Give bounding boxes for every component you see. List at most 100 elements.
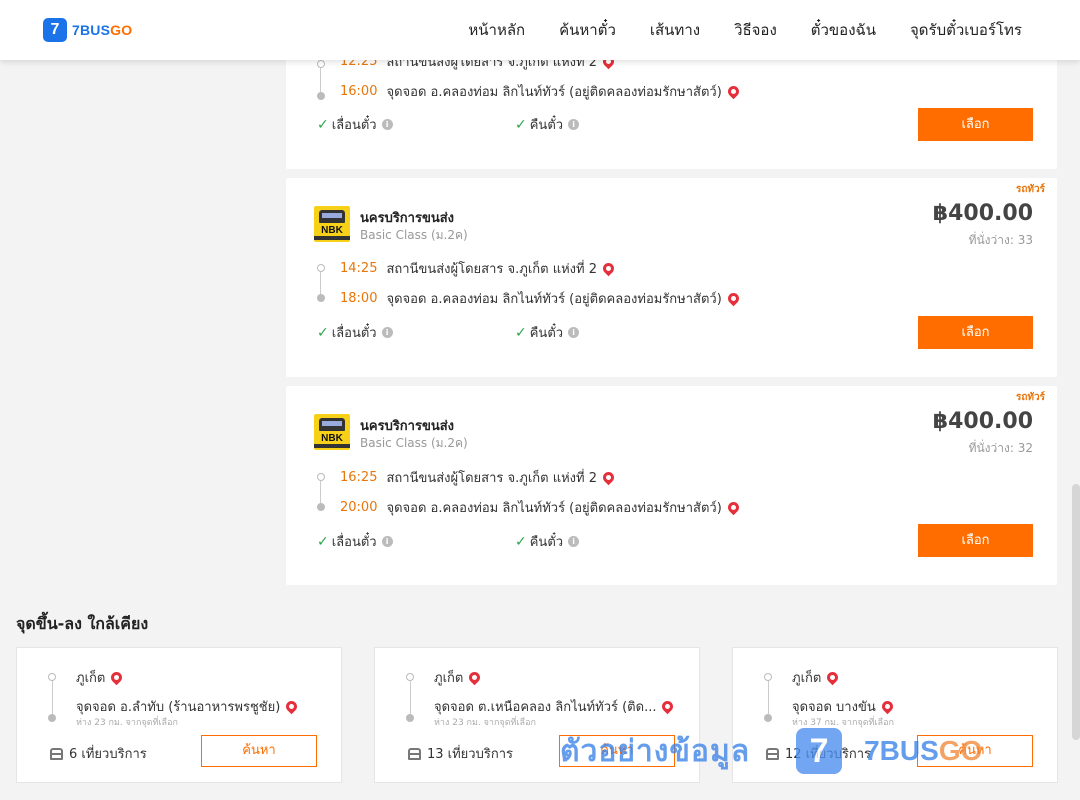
map-pin-icon[interactable] bbox=[467, 669, 483, 686]
trip-route: 16:25 สถานีขนส่งผู้โดยสาร จ.ภูเก็ต แห่งท… bbox=[316, 467, 1016, 527]
main-nav: หน้าหลัก ค้นหาตั๋ว เส้นทาง วิธีจอง ตั๋วข… bbox=[434, 0, 1022, 60]
map-pin-icon[interactable] bbox=[600, 260, 617, 277]
bus-class: Basic Class (ม.2ค) bbox=[360, 436, 468, 450]
check-icon: ✓ bbox=[317, 116, 329, 133]
info-icon[interactable]: i bbox=[568, 327, 580, 338]
nav-home[interactable]: หน้าหลัก bbox=[468, 18, 525, 42]
map-pin-icon[interactable] bbox=[725, 499, 742, 516]
bus-icon bbox=[50, 747, 63, 760]
nearby-stop-card: ภูเก็ต จุดจอด อ.ลำทับ (ร้านอาหารพรชูชัย)… bbox=[16, 647, 342, 783]
departure-time: 14:25 bbox=[340, 261, 378, 276]
bus-type-tag: รถทัวร์ bbox=[1015, 184, 1045, 195]
nav-my-tickets[interactable]: ตั๋วของฉัน bbox=[811, 18, 876, 42]
info-icon[interactable]: i bbox=[381, 536, 393, 547]
feature-change-ticket: ✓ เลื่อนตั๋ว i bbox=[317, 531, 393, 552]
nearby-search-button[interactable]: ค้นหา bbox=[201, 735, 317, 767]
departure-place: สถานีขนส่งผู้โดยสาร จ.ภูเก็ต แห่งที่ 2 bbox=[386, 471, 598, 486]
feature-change-ticket: ✓ เลื่อนตั๋ว i bbox=[317, 114, 393, 135]
arrival-dot-icon bbox=[317, 92, 325, 100]
origin-dot-icon bbox=[764, 673, 772, 681]
map-pin-icon[interactable] bbox=[825, 669, 841, 686]
select-trip-button[interactable]: เลือก bbox=[918, 108, 1033, 141]
arrival-stop: 18:00 จุดจอด อ.คลองท่อม ลิกไนท์ทัวร์ (อย… bbox=[340, 288, 742, 309]
bus-class: Basic Class (ม.2ค) bbox=[360, 228, 468, 242]
map-pin-icon[interactable] bbox=[660, 698, 676, 715]
bus-type-tag: รถทัวร์ bbox=[1015, 392, 1045, 403]
map-pin-icon[interactable] bbox=[600, 469, 617, 486]
destination-dot-icon bbox=[764, 714, 772, 722]
nearby-destination: จุดจอด บางขัน bbox=[792, 696, 896, 717]
departure-dot-icon bbox=[317, 60, 325, 68]
nearby-search-button[interactable]: ค้นหา bbox=[917, 735, 1033, 767]
site-logo[interactable]: 7 7BUSGO bbox=[43, 18, 132, 42]
arrival-stop: 16:00 จุดจอด อ.คลองท่อม ลิกไนท์ทัวร์ (อย… bbox=[340, 81, 742, 102]
trip-card: รถทัวร์ NBK นครบริการขนส่ง Basic Class (… bbox=[286, 386, 1057, 585]
info-icon[interactable]: i bbox=[381, 327, 393, 338]
nearby-distance: ห่าง 37 กม. จากจุดที่เลือก bbox=[792, 718, 894, 728]
arrival-place: จุดจอด อ.คลองท่อม ลิกไนท์ทัวร์ (อยู่ติดค… bbox=[386, 292, 722, 307]
nav-routes[interactable]: เส้นทาง bbox=[650, 18, 700, 42]
nav-search-tickets[interactable]: ค้นหาตั๋ว bbox=[559, 18, 616, 42]
nearby-trip-count: 12 เที่ยวบริการ bbox=[766, 743, 871, 764]
map-pin-icon[interactable] bbox=[879, 698, 896, 715]
logo-mark-icon: 7 bbox=[43, 18, 67, 42]
select-trip-button[interactable]: เลือก bbox=[918, 524, 1033, 557]
info-icon[interactable]: i bbox=[568, 536, 580, 547]
operator-logo-icon: NBK bbox=[314, 206, 350, 242]
map-pin-icon[interactable] bbox=[109, 669, 125, 686]
arrival-time: 18:00 bbox=[340, 291, 378, 306]
route-line bbox=[320, 68, 321, 92]
feature-refund-ticket: ✓ คืนตั๋ว i bbox=[515, 114, 580, 135]
route-line bbox=[320, 481, 321, 505]
origin-dot-icon bbox=[48, 673, 56, 681]
departure-dot-icon bbox=[317, 264, 325, 272]
nearby-origin: ภูเก็ต bbox=[76, 667, 125, 688]
arrival-place: จุดจอด อ.คลองท่อม ลิกไนท์ทัวร์ (อยู่ติดค… bbox=[386, 501, 722, 516]
check-icon: ✓ bbox=[317, 324, 329, 341]
departure-time: 16:25 bbox=[340, 470, 378, 485]
select-trip-button[interactable]: เลือก bbox=[918, 316, 1033, 349]
destination-dot-icon bbox=[406, 714, 414, 722]
map-pin-icon[interactable] bbox=[284, 698, 300, 715]
nearby-destination: จุดจอด ต.เหนือคลอง ลิกไนท์ทัวร์ (ติด... bbox=[434, 696, 676, 717]
arrival-time: 16:00 bbox=[340, 84, 378, 99]
nearby-trip-count: 6 เที่ยวบริการ bbox=[50, 743, 147, 764]
operator-name: นครบริการขนส่ง bbox=[360, 419, 455, 434]
check-icon: ✓ bbox=[515, 533, 527, 550]
arrival-time: 20:00 bbox=[340, 500, 378, 515]
seats-available: ที่นั่งว่าง: 33 bbox=[968, 233, 1033, 247]
route-line bbox=[768, 681, 769, 714]
arrival-place: จุดจอด อ.คลองท่อม ลิกไนท์ทัวร์ (อยู่ติดค… bbox=[386, 85, 722, 100]
route-line bbox=[320, 272, 321, 296]
nearby-stop-card: ภูเก็ต จุดจอด ต.เหนือคลอง ลิกไนท์ทัวร์ (… bbox=[374, 647, 700, 783]
trip-route: 14:25 สถานีขนส่งผู้โดยสาร จ.ภูเก็ต แห่งท… bbox=[316, 258, 1016, 318]
nearby-distance: ห่าง 23 กม. จากจุดที่เลือก bbox=[76, 718, 178, 728]
map-pin-icon[interactable] bbox=[725, 83, 742, 100]
check-icon: ✓ bbox=[515, 116, 527, 133]
page-scrollbar[interactable] bbox=[1072, 484, 1080, 740]
ticket-price: ฿400.00 bbox=[932, 201, 1033, 226]
info-icon[interactable]: i bbox=[568, 119, 580, 130]
trip-card: รถทัวร์ NBK นครบริการขนส่ง Basic Class (… bbox=[286, 178, 1057, 377]
ticket-price: ฿400.00 bbox=[932, 409, 1033, 434]
destination-dot-icon bbox=[48, 714, 56, 722]
nearby-search-button[interactable]: ค้นหา bbox=[559, 735, 675, 767]
route-line bbox=[52, 681, 53, 714]
nearby-stop-card: ภูเก็ต จุดจอด บางขัน ห่าง 37 กม. จากจุดท… bbox=[732, 647, 1058, 783]
nearby-trip-count: 13 เที่ยวบริการ bbox=[408, 743, 513, 764]
departure-stop: 16:25 สถานีขนส่งผู้โดยสาร จ.ภูเก็ต แห่งท… bbox=[340, 467, 617, 488]
nav-ticket-pickup[interactable]: จุดรับตั๋วเบอร์โทร bbox=[910, 18, 1022, 42]
info-icon[interactable]: i bbox=[381, 119, 393, 130]
arrival-dot-icon bbox=[317, 294, 325, 302]
check-icon: ✓ bbox=[317, 533, 329, 550]
top-navigation-bar: 7 7BUSGO หน้าหลัก ค้นหาตั๋ว เส้นทาง วิธี… bbox=[0, 0, 1080, 60]
nearby-distance: ห่าง 23 กม. จากจุดที่เลือก bbox=[434, 718, 536, 728]
route-line bbox=[410, 681, 411, 714]
map-pin-icon[interactable] bbox=[725, 290, 742, 307]
nearby-origin: ภูเก็ต bbox=[792, 667, 841, 688]
seats-available: ที่นั่งว่าง: 32 bbox=[968, 441, 1033, 455]
departure-stop: 14:25 สถานีขนส่งผู้โดยสาร จ.ภูเก็ต แห่งท… bbox=[340, 258, 617, 279]
nav-how-to-book[interactable]: วิธีจอง bbox=[734, 18, 777, 42]
arrival-stop: 20:00 จุดจอด อ.คลองท่อม ลิกไนท์ทัวร์ (อย… bbox=[340, 497, 742, 518]
nearby-destination: จุดจอด อ.ลำทับ (ร้านอาหารพรชูชัย) bbox=[76, 696, 300, 717]
